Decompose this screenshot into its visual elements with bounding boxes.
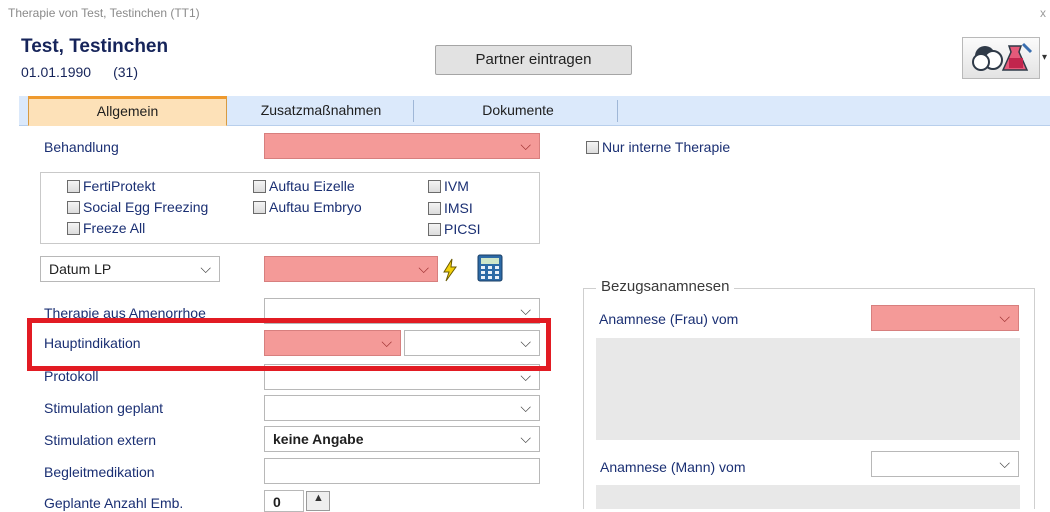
spin-up-button[interactable]: ▲ [306, 491, 330, 511]
fertiprotekt-checkbox[interactable]: FertiProtekt [67, 178, 155, 194]
checkbox-box [253, 201, 266, 214]
begleitmedikation-label: Begleitmedikation [44, 464, 155, 480]
checkbox-label: IVM [444, 178, 469, 194]
auftau-eizelle-checkbox[interactable]: Auftau Eizelle [253, 178, 355, 194]
anamnese-frau-details [596, 338, 1020, 440]
bezugsanamnesen-title: Bezugsanamnesen [596, 278, 735, 295]
patient-age: (31) [113, 64, 138, 80]
stimulation-geplant-label: Stimulation geplant [44, 400, 164, 416]
calculator-icon[interactable] [477, 254, 503, 282]
tab-dokumente[interactable]: Dokumente [418, 96, 618, 126]
stimulation-geplant-select[interactable]: ⌵ [264, 395, 540, 421]
anamnese-mann-label: Anamnese (Mann) vom [600, 459, 746, 475]
checkbox-box [428, 202, 441, 215]
chevron-down-icon: ⌵ [520, 399, 531, 415]
close-icon[interactable]: x [1040, 6, 1046, 20]
datum-type-value: Datum LP [49, 261, 112, 277]
tab-zusatzmassnahmen[interactable]: Zusatzmaßnahmen [232, 96, 410, 126]
freeze-all-checkbox[interactable]: Freeze All [67, 220, 145, 236]
stimulation-extern-value: keine Angabe [273, 431, 364, 447]
anamnese-mann-details [596, 485, 1020, 509]
checkbox-label: IMSI [444, 200, 473, 216]
tab-allgemein[interactable]: Allgemein [28, 96, 227, 126]
checkbox-label: Freeze All [83, 220, 146, 236]
partner-eintragen-button[interactable]: Partner eintragen [435, 45, 632, 75]
checkbox-label: FertiProtekt [83, 178, 156, 194]
checkbox-box [67, 222, 80, 235]
checkbox-box [586, 141, 599, 154]
chevron-down-icon: ⌵ [999, 309, 1010, 325]
couple-lab-tool-button[interactable] [962, 37, 1040, 79]
nur-interne-therapie-checkbox[interactable]: Nur interne Therapie [586, 139, 730, 155]
tab-separator [413, 100, 414, 122]
stimulation-extern-select[interactable]: keine Angabe ⌵ [264, 426, 540, 452]
chevron-down-icon: ⌵ [520, 430, 531, 446]
chevron-down-icon: ⌵ [418, 260, 429, 276]
behandlung-label: Behandlung [44, 139, 119, 155]
checkbox-label: Nur interne Therapie [602, 139, 731, 155]
anamnese-frau-label: Anamnese (Frau) vom [599, 311, 739, 327]
checkbox-label: Auftau Embryo [269, 199, 362, 215]
geplante-anzahl-value: 0 [273, 494, 281, 510]
patient-dob-row: 01.01.1990 (31) [21, 64, 160, 80]
begleitmedikation-input[interactable] [264, 458, 540, 484]
picsi-checkbox[interactable]: PICSI [428, 221, 481, 237]
checkbox-label: Social Egg Freezing [83, 199, 209, 215]
stimulation-extern-label: Stimulation extern [44, 432, 157, 448]
anamnese-mann-select[interactable]: ⌵ [871, 451, 1019, 477]
patient-dob: 01.01.1990 [21, 64, 92, 80]
chevron-down-icon: ⌵ [520, 302, 531, 318]
tool-dropdown-arrow-icon[interactable]: ▾ [1042, 52, 1047, 63]
spin-up-icon: ▲ [313, 492, 324, 504]
checkbox-label: PICSI [444, 221, 481, 237]
datum-type-select[interactable]: Datum LP ⌵ [40, 256, 220, 282]
checkbox-box [428, 223, 441, 236]
ivm-checkbox[interactable]: IVM [428, 178, 469, 194]
chevron-down-icon: ⌵ [200, 260, 211, 276]
checkbox-label: Auftau Eizelle [269, 178, 355, 194]
couple-lab-icon [972, 42, 1033, 71]
social-egg-freezing-checkbox[interactable]: Social Egg Freezing [67, 199, 208, 215]
checkbox-box [253, 180, 266, 193]
auftau-embryo-checkbox[interactable]: Auftau Embryo [253, 199, 362, 215]
datum-lp-date-field[interactable]: ⌵ [264, 256, 438, 282]
checkbox-box [67, 201, 80, 214]
lightning-icon[interactable] [441, 258, 459, 282]
imsi-checkbox[interactable]: IMSI [428, 200, 473, 216]
chevron-down-icon: ⌵ [520, 137, 531, 153]
patient-name: Test, Testinchen [21, 36, 169, 57]
behandlung-select[interactable]: ⌵ [264, 133, 540, 159]
highlight-annotation [27, 318, 551, 371]
window-title: Therapie von Test, Testinchen (TT1) [8, 6, 200, 20]
checkbox-box [67, 180, 80, 193]
anamnese-frau-select[interactable]: ⌵ [871, 305, 1019, 331]
tab-separator [617, 100, 618, 122]
checkbox-box [428, 180, 441, 193]
chevron-down-icon: ⌵ [999, 455, 1010, 471]
